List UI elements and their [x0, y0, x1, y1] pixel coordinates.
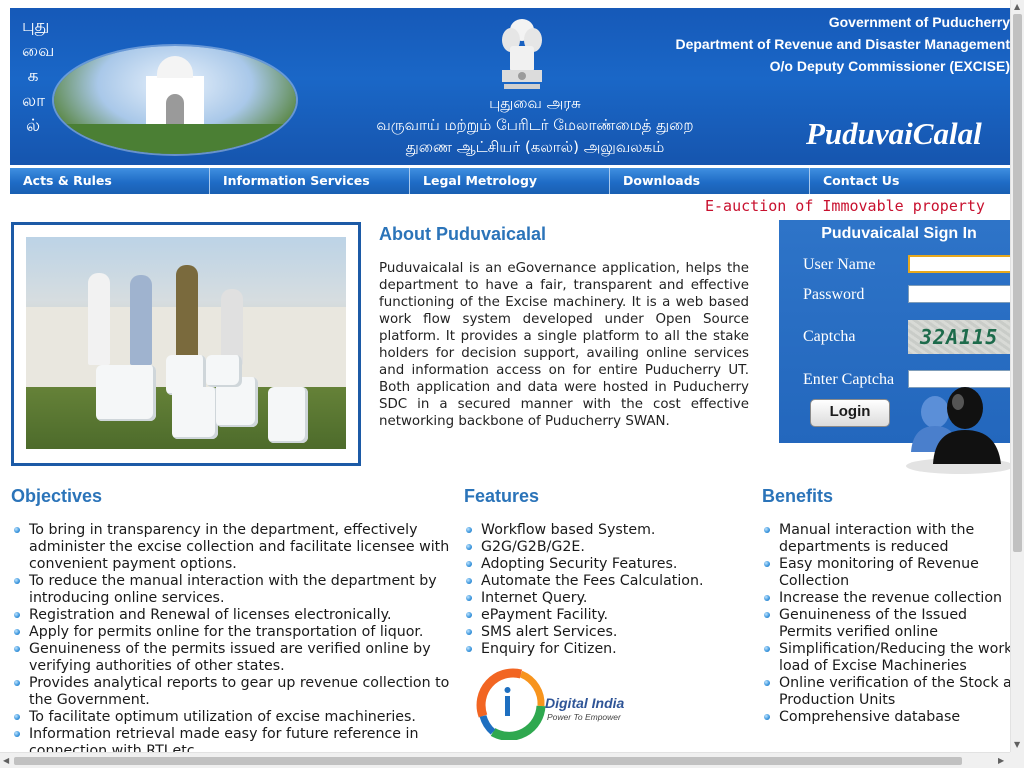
- captcha-label: Captcha: [803, 328, 856, 345]
- username-input[interactable]: [908, 255, 1010, 273]
- seizure-photo: [26, 237, 346, 449]
- enter-captcha-label: Enter Captcha: [803, 371, 895, 388]
- horizontal-scrollbar[interactable]: ◀ ▶: [0, 752, 1010, 768]
- nav-legal-metrology[interactable]: Legal Metrology: [410, 168, 610, 194]
- gov-line: Government of Puducherry: [828, 14, 1010, 30]
- about-text: Puduvaicalal is an eGovernance applicati…: [379, 261, 749, 429]
- list-item: G2G/G2B/G2E.: [463, 539, 743, 556]
- captcha-image: 32A115: [908, 320, 1010, 354]
- main-nav: Acts & Rules Information Services Legal …: [10, 168, 1010, 194]
- list-item: Automate the Fees Calculation.: [463, 573, 743, 590]
- digital-india-title: Digital India: [545, 695, 625, 711]
- list-item: To reduce the manual interaction with th…: [11, 573, 451, 607]
- list-item: To facilitate optimum utilization of exc…: [11, 709, 451, 726]
- digital-india-logo[interactable]: Digital India Power To Empower: [475, 666, 635, 740]
- scroll-left-icon[interactable]: ◀: [3, 757, 9, 765]
- tamil-department-lines: புதுவை அரசு வருவாய் மற்றும் பேரிடர் மேலா…: [340, 92, 730, 158]
- page: புதுவைகலால் புதுவை அரசு வருவாய் மற்றும் …: [0, 0, 1010, 752]
- government-lines: Government of Puducherry Department of R…: [610, 11, 1010, 77]
- benefits-title: Benefits: [762, 486, 834, 506]
- vertical-scroll-thumb[interactable]: [1013, 14, 1022, 552]
- list-item: Enquiry for Citizen.: [463, 641, 743, 658]
- list-item: Genuineness of the Issued Permits verifi…: [761, 607, 1010, 641]
- header-banner: புதுவைகலால் புதுவை அரசு வருவாய் மற்றும் …: [10, 8, 1010, 165]
- national-emblem-icon: [502, 19, 542, 89]
- list-item: SMS alert Services.: [463, 624, 743, 641]
- tamil-line: துணை ஆட்சியர் (கலால்) அலுவலகம்: [405, 138, 665, 156]
- scroll-right-icon[interactable]: ▶: [998, 757, 1004, 765]
- nav-contact-us[interactable]: Contact Us: [810, 168, 1010, 194]
- features-list: Workflow based System. G2G/G2B/G2E. Adop…: [463, 522, 743, 658]
- list-item: Manual interaction with the departments …: [761, 522, 1010, 556]
- scrollbar-corner: [1010, 752, 1024, 768]
- objectives-title: Objectives: [11, 486, 103, 506]
- list-item: To bring in transparency in the departme…: [11, 522, 451, 573]
- nav-downloads[interactable]: Downloads: [610, 168, 810, 194]
- digital-india-tagline: Power To Empower: [547, 712, 622, 722]
- login-button[interactable]: Login: [810, 399, 890, 427]
- list-item: Information retrieval made easy for futu…: [11, 726, 451, 752]
- list-item: Comprehensive database: [761, 709, 1010, 726]
- gov-line: Department of Revenue and Disaster Manag…: [675, 36, 1010, 52]
- scroll-up-icon[interactable]: ▲: [1014, 3, 1020, 11]
- list-item: Workflow based System.: [463, 522, 743, 539]
- scroll-down-icon[interactable]: ▼: [1014, 741, 1020, 749]
- tamil-line: வருவாய் மற்றும் பேரிடர் மேலாண்மைத் துறை: [376, 116, 694, 134]
- list-item: ePayment Facility.: [463, 607, 743, 624]
- news-marquee: E-auction of Immovable property: [10, 196, 1010, 218]
- features-title: Features: [464, 486, 540, 506]
- about-title: About Puduvaicalal: [379, 224, 547, 244]
- horizontal-scroll-thumb[interactable]: [14, 757, 962, 765]
- list-item: Internet Query.: [463, 590, 743, 607]
- username-label: User Name: [803, 256, 876, 273]
- list-item: Genuineness of the permits issued are ve…: [11, 641, 451, 675]
- user-silhouette-icon: [906, 387, 1010, 474]
- list-item: Adopting Security Features.: [463, 556, 743, 573]
- nav-information-services[interactable]: Information Services: [210, 168, 410, 194]
- list-item: Registration and Renewal of licenses ele…: [11, 607, 451, 624]
- password-input[interactable]: [908, 285, 1010, 303]
- photo-frame: [11, 222, 361, 466]
- brand-title: PuduvaiCalal: [806, 116, 982, 151]
- marquee-link[interactable]: E-auction of Immovable property: [705, 197, 985, 215]
- vertical-scrollbar[interactable]: ▲ ▼: [1010, 0, 1024, 752]
- list-item: Provides analytical reports to gear up r…: [11, 675, 451, 709]
- tamil-vertical-title: புதுவைகலால்: [22, 16, 55, 136]
- tamil-line: புதுவை அரசு: [489, 94, 581, 112]
- list-item: Simplification/Reducing the work load of…: [761, 641, 1010, 675]
- gov-line: O/o Deputy Commissioner (EXCISE): [769, 58, 1010, 74]
- benefits-list: Manual interaction with the departments …: [761, 522, 1010, 726]
- list-item: Increase the revenue collection: [761, 590, 1010, 607]
- list-item: Easy monitoring of Revenue Collection: [761, 556, 1010, 590]
- objectives-list: To bring in transparency in the departme…: [11, 522, 451, 752]
- nav-acts-rules[interactable]: Acts & Rules: [10, 168, 210, 194]
- list-item: Online verification of the Stock at Prod…: [761, 675, 1010, 709]
- list-item: Apply for permits online for the transpo…: [11, 624, 451, 641]
- password-label: Password: [803, 286, 865, 303]
- monument-photo: [54, 46, 296, 154]
- signin-title: Puduvaicalal Sign In: [821, 225, 977, 242]
